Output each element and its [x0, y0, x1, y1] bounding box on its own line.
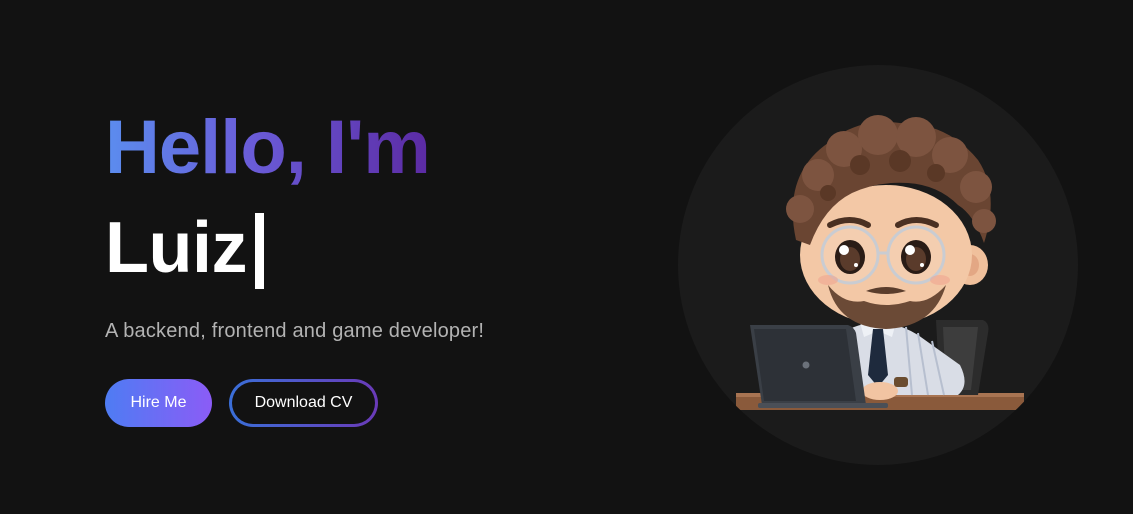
name-line: Luiz: [105, 208, 625, 289]
download-cv-button[interactable]: Download CV: [229, 379, 378, 427]
download-cv-label: Download CV: [232, 382, 375, 424]
hero-section: Hello, I'm Luiz A backend, frontend and …: [0, 0, 1133, 514]
hire-me-button[interactable]: Hire Me: [105, 379, 212, 427]
hero-text-block: Hello, I'm Luiz A backend, frontend and …: [105, 108, 625, 427]
typed-name: Luiz: [105, 208, 247, 288]
typing-cursor: [254, 213, 264, 289]
developer-avatar-illustration: [736, 115, 1024, 410]
avatar-container: [678, 65, 1078, 465]
cta-buttons: Hire Me Download CV: [105, 379, 625, 427]
tagline: A backend, frontend and game developer!: [105, 320, 485, 342]
greeting-heading: Hello, I'm: [105, 105, 431, 190]
